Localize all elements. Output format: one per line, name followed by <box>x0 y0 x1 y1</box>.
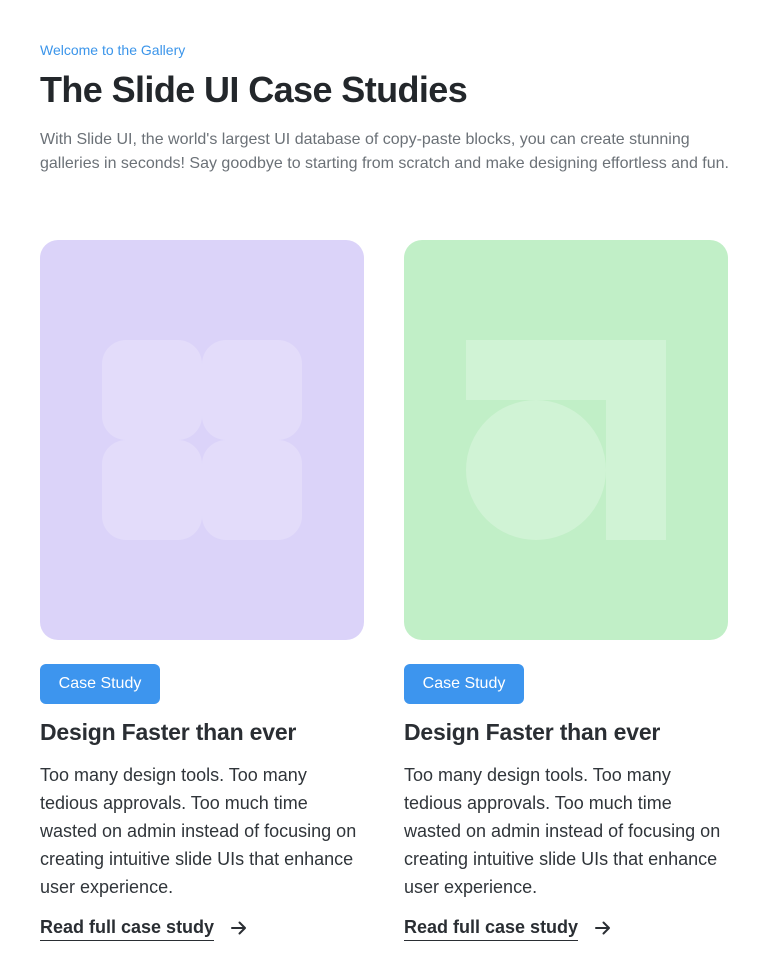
eyebrow-label: Welcome to the Gallery <box>40 42 186 58</box>
card-description: Too many design tools. Too many tedious … <box>404 765 721 897</box>
card-title: Design Faster than ever <box>40 719 297 745</box>
case-study-thumbnail[interactable] <box>40 240 364 640</box>
card-title: Design Faster than ever <box>404 719 661 745</box>
four-rounded-squares-icon <box>102 340 302 540</box>
read-case-study-link[interactable]: Read full case study <box>40 914 248 941</box>
gallery-section: Welcome to the Gallery The Slide UI Case… <box>0 0 768 980</box>
case-study-card: Case Study Design Faster than ever Too m… <box>404 240 728 941</box>
card-description: Too many design tools. Too many tedious … <box>40 765 357 897</box>
case-study-card: Case Study Design Faster than ever Too m… <box>40 240 364 941</box>
read-case-study-label: Read full case study <box>40 914 215 941</box>
arrow-right-icon <box>594 919 612 937</box>
read-case-study-link[interactable]: Read full case study <box>404 914 612 941</box>
circle-and-corner-bracket-icon <box>466 340 666 540</box>
case-study-badge[interactable]: Case Study <box>404 664 524 704</box>
page-title: The Slide UI Case Studies <box>40 69 468 110</box>
intro-paragraph: With Slide UI, the world's largest UI da… <box>40 131 729 172</box>
case-study-badge[interactable]: Case Study <box>40 664 160 704</box>
read-case-study-label: Read full case study <box>404 914 579 941</box>
case-study-thumbnail[interactable] <box>404 240 728 640</box>
arrow-right-icon <box>230 919 248 937</box>
